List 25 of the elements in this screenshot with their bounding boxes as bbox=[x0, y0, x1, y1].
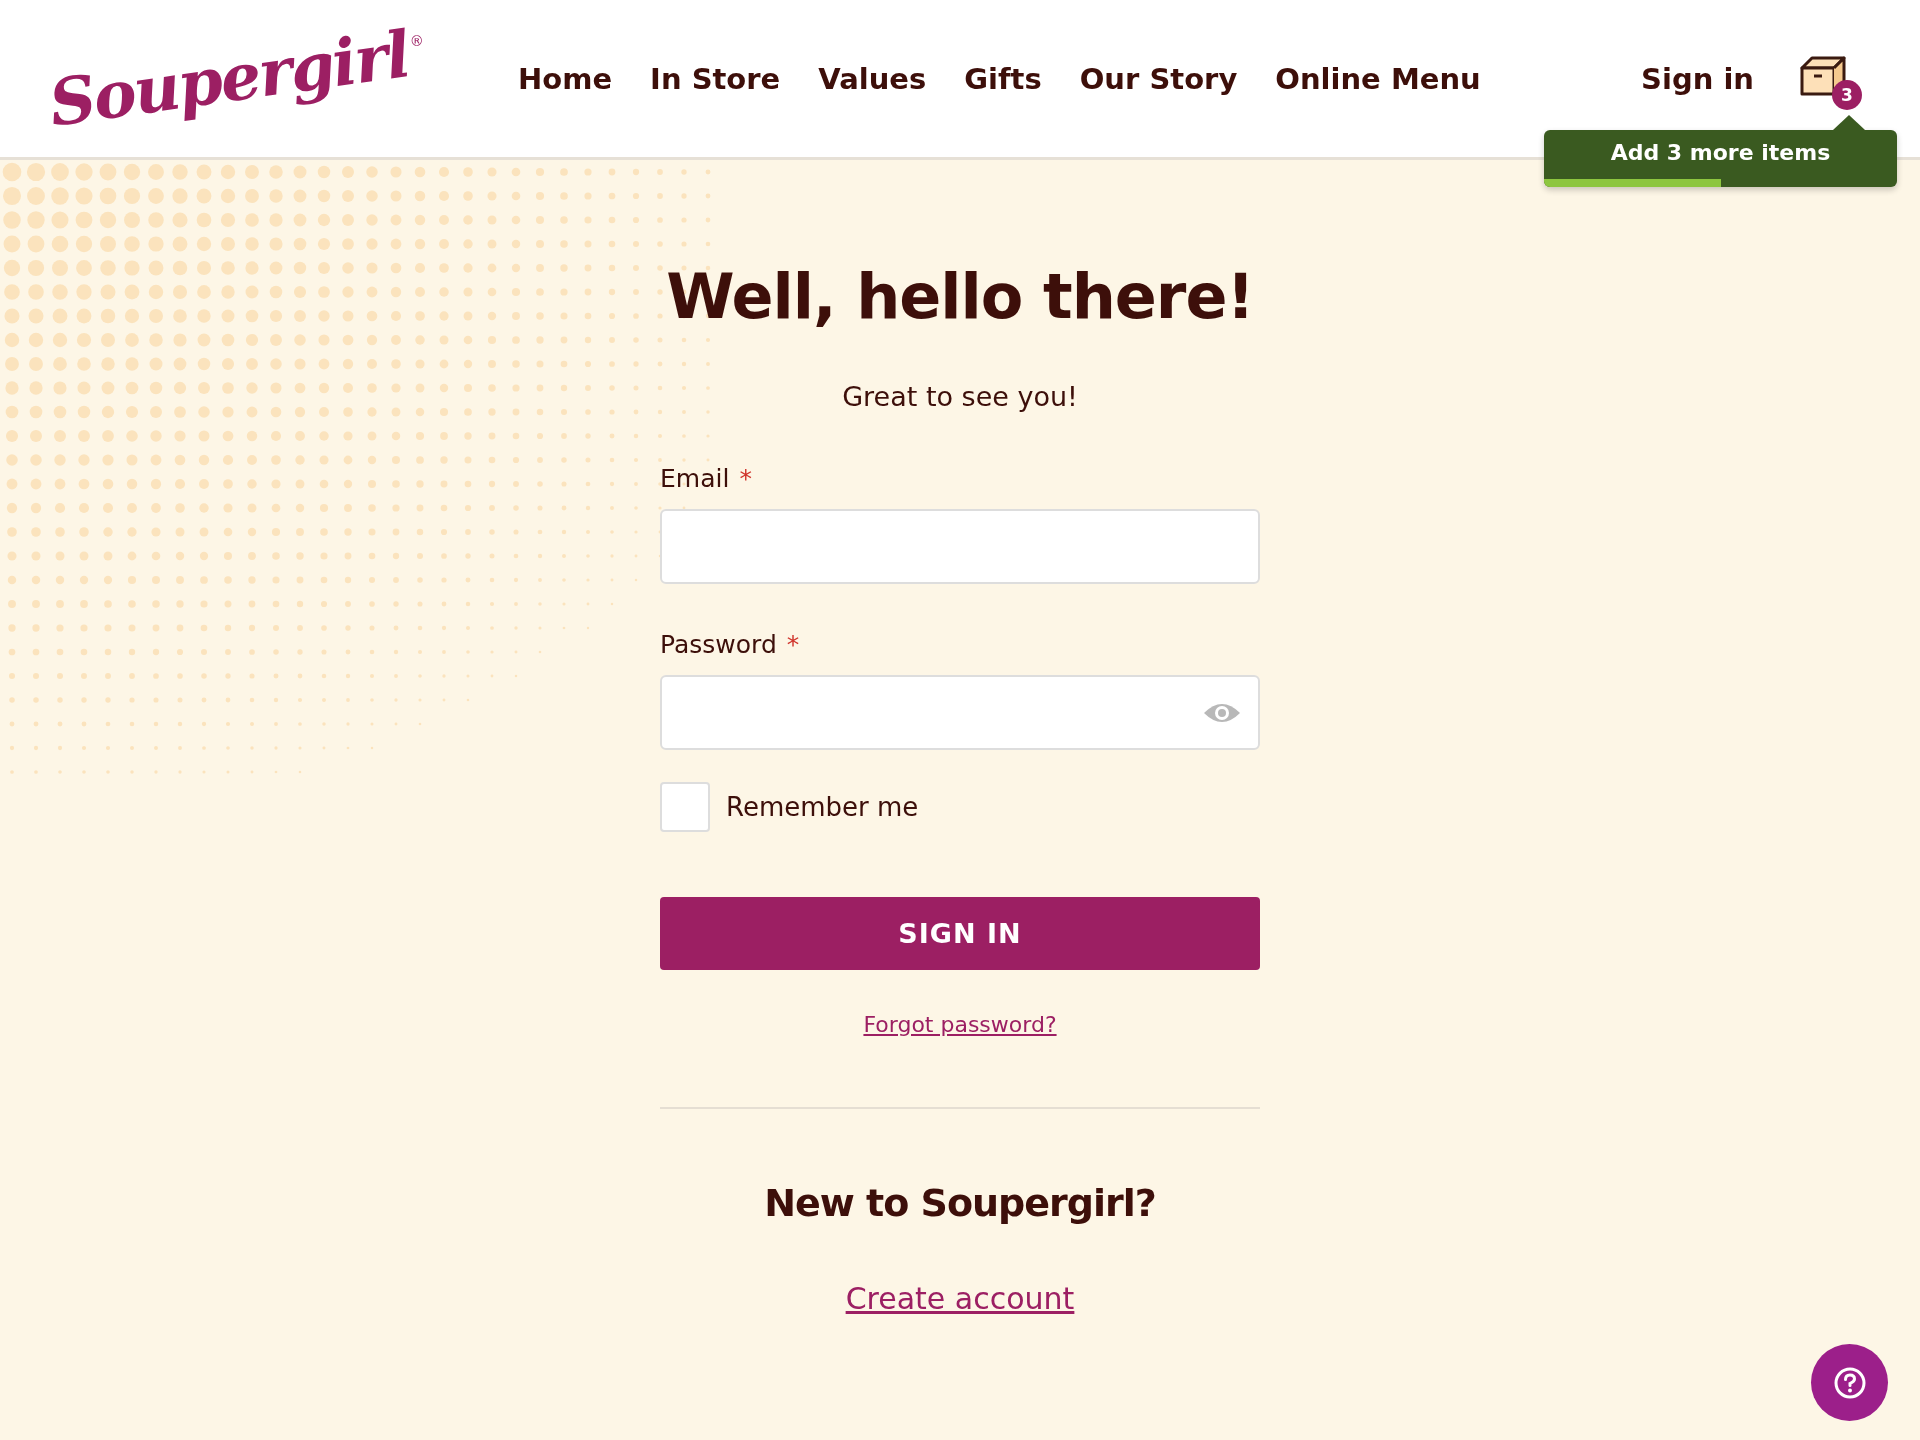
remember-checkbox[interactable] bbox=[660, 782, 710, 832]
nav-link[interactable]: Home bbox=[518, 61, 613, 96]
create-account-link[interactable]: Create account bbox=[845, 1281, 1075, 1316]
remember-label: Remember me bbox=[726, 792, 919, 822]
tooltip-text: Add 3 more items bbox=[1610, 140, 1831, 165]
sign-in-link[interactable]: Sign in bbox=[1641, 61, 1754, 96]
input-field[interactable] bbox=[660, 675, 1260, 750]
required-mark: * bbox=[786, 630, 800, 659]
sign-in-button[interactable]: SIGN IN bbox=[660, 897, 1260, 970]
registered-mark: ® bbox=[409, 33, 424, 49]
forgot-password-link[interactable]: Forgot password? bbox=[863, 1012, 1057, 1037]
cart-count-badge: 3 bbox=[1832, 79, 1862, 110]
input-field[interactable] bbox=[660, 509, 1260, 584]
field-label: Password bbox=[660, 630, 777, 659]
nav-link[interactable]: Our Story bbox=[1079, 61, 1238, 96]
nav-link[interactable]: Gifts bbox=[964, 61, 1042, 96]
subtitle: Great to see you! bbox=[841, 381, 1079, 412]
field-label: Email bbox=[660, 464, 730, 493]
help-icon bbox=[1832, 1365, 1867, 1400]
page-heading: Well, hello there! bbox=[665, 260, 1255, 333]
required-mark: * bbox=[739, 464, 752, 493]
nav-link[interactable]: In Store bbox=[650, 61, 781, 96]
nav-link[interactable]: Values bbox=[818, 61, 927, 96]
section-heading: New to Soupergirl? bbox=[763, 1181, 1157, 1225]
nav-link[interactable]: Online Menu bbox=[1275, 61, 1481, 96]
